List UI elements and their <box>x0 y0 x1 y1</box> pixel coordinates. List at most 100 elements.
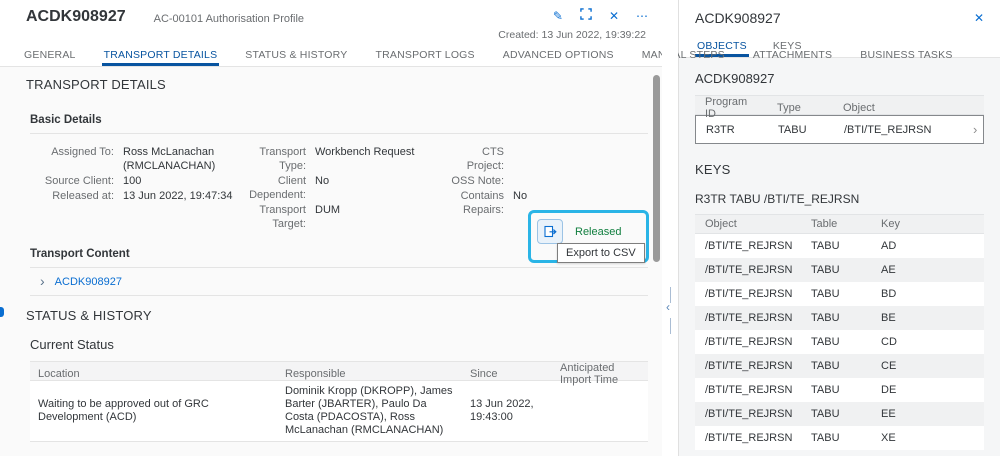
table-header: Location Responsible Since Anticipated I… <box>30 361 648 386</box>
side-panel-title: ACDK908927 <box>695 10 781 26</box>
cell-object: /BTI/TE_REJRSN <box>705 360 793 372</box>
column-header-program-id: Program ID <box>705 96 748 120</box>
expand-chevron-icon[interactable]: › <box>40 273 45 289</box>
cell-program-id: R3TR <box>706 123 735 136</box>
tab-status-history[interactable]: STATUS & HISTORY <box>243 47 349 66</box>
form-column-1: Assigned To: Ross McLanachan (RMCLANACHAN… <box>30 145 236 232</box>
panel-splitter[interactable]: ‹ <box>662 0 678 456</box>
side-panel-content: ACDK908927 Program ID Type Object R3TR T… <box>679 58 1000 456</box>
cell-object: /BTI/TE_REJRSN <box>705 264 793 276</box>
tutorial-highlight-box: Released Export to CSV <box>528 210 649 263</box>
cell-object: /BTI/TE_REJRSN <box>705 288 793 300</box>
page-title: ACDK908927 <box>26 8 126 25</box>
cell-object: /BTI/TE_REJRSN <box>705 312 793 324</box>
tab-transport-logs[interactable]: TRANSPORT LOGS <box>373 47 476 66</box>
field-value: Workbench Request <box>315 146 415 158</box>
export-icon <box>544 225 557 237</box>
anchor-tab-bar: GENERAL TRANSPORT DETAILS STATUS & HISTO… <box>0 41 952 67</box>
cell-object: /BTI/TE_REJRSN <box>844 123 932 136</box>
key-row: /BTI/TE_REJRSN TABU DE <box>695 378 984 402</box>
table-header: Object Table Key <box>695 214 984 234</box>
left-splitter-arrow[interactable] <box>0 307 4 317</box>
export-button[interactable] <box>537 219 563 244</box>
tab-business-tasks[interactable]: BUSINESS TASKS <box>858 47 954 66</box>
tab-general[interactable]: GENERAL <box>22 47 78 66</box>
tab-transport-details[interactable]: TRANSPORT DETAILS <box>101 47 220 66</box>
column-header-location: Location <box>38 368 80 380</box>
cell-table: TABU <box>811 408 840 420</box>
key-row: /BTI/TE_REJRSN TABU EE <box>695 402 984 426</box>
basic-details-title: Basic Details <box>30 114 648 134</box>
column-header-responsible: Responsible <box>285 368 346 380</box>
edit-icon[interactable]: ✎ <box>553 9 563 23</box>
overflow-menu-icon[interactable]: ⋯ <box>636 9 648 23</box>
close-icon[interactable]: ✕ <box>974 11 984 25</box>
cell-table: TABU <box>811 288 840 300</box>
section-status-history-title: STATUS & HISTORY <box>26 308 152 323</box>
cell-key: CD <box>881 336 897 348</box>
key-row: /BTI/TE_REJRSN TABU BD <box>695 282 984 306</box>
export-to-csv-menu-item[interactable]: Export to CSV <box>557 243 645 263</box>
field-label: Client Dependent: <box>249 175 306 201</box>
key-row: /BTI/TE_REJRSN TABU AE <box>695 258 984 282</box>
field-value: 13 Jun 2022, 19:47:34 <box>123 190 233 202</box>
tab-advanced-options[interactable]: ADVANCED OPTIONS <box>501 47 616 66</box>
cell-key: BE <box>881 312 896 324</box>
cell-table: TABU <box>811 312 840 324</box>
keys-group-title: R3TR TABU /BTI/TE_REJRSN <box>695 192 860 206</box>
current-status-title: Current Status <box>30 337 114 352</box>
column-header-anticipated-import-time: Anticipated Import Time <box>560 362 619 386</box>
keys-section-title: KEYS <box>695 162 731 177</box>
field-value: DUM <box>315 204 341 216</box>
table-header: Program ID Type Object <box>695 95 984 120</box>
tab-attachments[interactable]: ATTACHMENTS <box>751 47 834 66</box>
cell-object: /BTI/TE_REJRSN <box>705 408 793 420</box>
object-header: ACDK908927 AC-00101 Authorisation Profil… <box>0 0 662 41</box>
field-label: Transport Target: <box>259 204 306 230</box>
field-label: Contains Repairs: <box>460 190 504 216</box>
close-icon[interactable]: ✕ <box>609 9 619 23</box>
field-value: No <box>315 175 330 187</box>
cell-key: EE <box>881 408 896 420</box>
cell-key: BD <box>881 288 897 300</box>
field-label: Assigned To: <box>51 146 114 158</box>
vertical-scrollbar[interactable] <box>653 75 660 262</box>
header-actions: ✎ ✕ ⋯ <box>553 8 652 23</box>
fullscreen-icon[interactable] <box>580 8 592 23</box>
column-header-object: Object <box>843 102 875 114</box>
key-row: /BTI/TE_REJRSN TABU AD <box>695 234 984 258</box>
cell-object: /BTI/TE_REJRSN <box>705 336 793 348</box>
cell-key: DE <box>881 384 897 396</box>
section-transport-details-title: TRANSPORT DETAILS <box>26 77 166 92</box>
side-panel-header: ACDK908927 ✕ <box>679 0 1000 30</box>
column-header-object: Object <box>705 218 737 230</box>
transport-request-link[interactable]: ACDK908927 <box>55 276 122 288</box>
cell-since: 13 Jun 2022, 19:43:00 <box>470 398 534 423</box>
field-value: 100 <box>123 175 142 187</box>
field-label: Source Client: <box>44 175 114 187</box>
keys-table-body: /BTI/TE_REJRSN TABU AD /BTI/TE_REJRSN TABU A… <box>695 234 984 450</box>
transport-content-row[interactable]: › ACDK908927 <box>30 268 648 296</box>
page-subtitle: AC-00101 Authorisation Profile <box>153 13 305 25</box>
column-header-table: Table <box>811 218 838 230</box>
splitter-grip <box>670 287 671 303</box>
current-status-section: Current Status Location Responsible Sinc… <box>30 337 648 442</box>
cell-object: /BTI/TE_REJRSN <box>705 240 793 252</box>
key-row: /BTI/TE_REJRSN TABU XE <box>695 426 984 450</box>
key-row: /BTI/TE_REJRSN TABU BE <box>695 306 984 330</box>
field-value: No <box>513 190 528 202</box>
created-timestamp: Created: 13 Jun 2022, 19:39:22 <box>498 29 646 41</box>
navigate-chevron-icon[interactable]: › <box>963 122 983 137</box>
cell-table: TABU <box>811 264 840 276</box>
current-status-table: Location Responsible Since Anticipated I… <box>30 361 648 442</box>
cell-key: AD <box>881 240 897 252</box>
cell-object: /BTI/TE_REJRSN <box>705 432 793 444</box>
collapse-panel-icon[interactable]: ‹ <box>666 300 670 314</box>
cell-object: /BTI/TE_REJRSN <box>705 384 793 396</box>
cell-table: TABU <box>811 336 840 348</box>
key-row: /BTI/TE_REJRSN TABU CD <box>695 330 984 354</box>
field-label: Transport Type: <box>259 146 306 172</box>
cell-key: CE <box>881 360 897 372</box>
tab-manual-steps[interactable]: MANUAL STEPS <box>640 47 727 66</box>
column-header-key: Key <box>881 218 900 230</box>
